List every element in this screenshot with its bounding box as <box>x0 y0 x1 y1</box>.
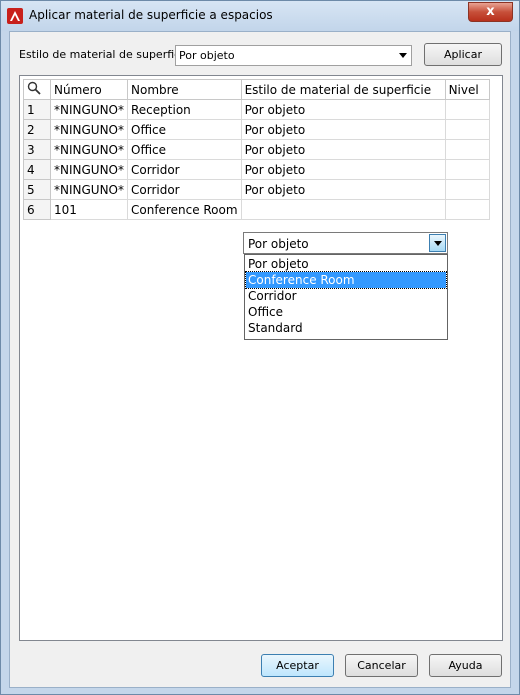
cell-numero[interactable]: *NINGUNO* <box>50 99 128 120</box>
ok-button[interactable]: Aceptar <box>261 654 334 677</box>
dropdown-option[interactable]: Por objeto <box>246 256 446 272</box>
table-row[interactable]: 1 *NINGUNO* Reception Por objeto <box>23 99 490 120</box>
cell-nombre[interactable]: Office <box>127 139 242 160</box>
column-header-numero[interactable]: Número <box>50 79 128 100</box>
table-row[interactable]: 6 101 Conference Room <box>23 199 490 220</box>
dropdown-option[interactable]: Standard <box>246 320 446 336</box>
row-index: 5 <box>23 179 51 200</box>
style-select[interactable]: Por objeto <box>175 45 412 66</box>
cell-estilo[interactable]: Por objeto <box>240 179 446 200</box>
cell-estilo[interactable]: Por objeto <box>240 119 446 140</box>
dropdown-option-selected[interactable]: Conference Room <box>245 271 447 289</box>
cancel-button[interactable]: Cancelar <box>345 654 418 677</box>
dialog-body: Estilo de material de superficie: Por ob… <box>9 31 511 688</box>
cell-nivel[interactable] <box>444 159 490 180</box>
search-column-header[interactable] <box>23 79 51 100</box>
cell-nombre[interactable]: Office <box>127 119 242 140</box>
cell-nivel[interactable] <box>444 179 490 200</box>
style-select-value: Por objeto <box>179 49 235 62</box>
row-index: 2 <box>23 119 51 140</box>
row-index: 3 <box>23 139 51 160</box>
row-index: 6 <box>23 199 51 220</box>
cell-estilo[interactable]: Por objeto <box>240 99 446 120</box>
autocad-a-icon <box>7 8 23 24</box>
cell-estilo[interactable]: Por objeto <box>240 139 446 160</box>
cell-nivel[interactable] <box>444 99 490 120</box>
dropdown-toggle-button[interactable] <box>429 234 446 252</box>
title-bar[interactable]: Aplicar material de superficie a espacio… <box>1 1 519 31</box>
chevron-down-icon <box>399 53 407 58</box>
cell-estilo-editing[interactable] <box>240 199 446 220</box>
table-row[interactable]: 5 *NINGUNO* Corridor Por objeto <box>23 179 490 200</box>
cell-nombre[interactable]: Conference Room <box>127 199 242 220</box>
dropdown-option[interactable]: Corridor <box>246 288 446 304</box>
cell-nombre[interactable]: Corridor <box>127 159 242 180</box>
cell-estilo[interactable]: Por objeto <box>240 159 446 180</box>
close-icon: x <box>486 4 495 19</box>
close-button[interactable]: x <box>468 2 513 22</box>
table-row[interactable]: 2 *NINGUNO* Office Por objeto <box>23 119 490 140</box>
row-index: 1 <box>23 99 51 120</box>
cell-style-combo[interactable]: Por objeto <box>243 232 448 254</box>
cell-style-combo-value: Por objeto <box>248 237 309 251</box>
window-title: Aplicar material de superficie a espacio… <box>29 8 273 22</box>
style-label: Estilo de material de superficie: <box>19 48 194 61</box>
table-row[interactable]: 3 *NINGUNO* Office Por objeto <box>23 139 490 160</box>
apply-button[interactable]: Aplicar <box>424 43 502 66</box>
cell-numero[interactable]: 101 <box>50 199 128 220</box>
cell-nombre[interactable]: Reception <box>127 99 242 120</box>
magnifier-icon <box>27 81 41 95</box>
dialog-window: Aplicar material de superficie a espacio… <box>0 0 520 695</box>
cell-numero[interactable]: *NINGUNO* <box>50 159 128 180</box>
column-header-estilo[interactable]: Estilo de material de superficie <box>240 79 446 100</box>
cell-nivel[interactable] <box>444 119 490 140</box>
help-button[interactable]: Ayuda <box>429 654 502 677</box>
row-index: 4 <box>23 159 51 180</box>
style-dropdown-list: Por objeto Conference Room Corridor Offi… <box>244 254 448 340</box>
cell-numero[interactable]: *NINGUNO* <box>50 179 128 200</box>
spaces-table: Número Nombre Estilo de material de supe… <box>23 79 490 220</box>
column-header-nivel[interactable]: Nivel <box>444 79 490 100</box>
cell-nombre[interactable]: Corridor <box>127 179 242 200</box>
cell-numero[interactable]: *NINGUNO* <box>50 119 128 140</box>
spaces-grid: Número Nombre Estilo de material de supe… <box>19 75 503 641</box>
table-header-row: Número Nombre Estilo de material de supe… <box>23 79 490 100</box>
column-header-nombre[interactable]: Nombre <box>127 79 242 100</box>
chevron-down-icon <box>434 241 442 246</box>
cell-nivel[interactable] <box>444 199 490 220</box>
cell-numero[interactable]: *NINGUNO* <box>50 139 128 160</box>
cell-nivel[interactable] <box>444 139 490 160</box>
table-row[interactable]: 4 *NINGUNO* Corridor Por objeto <box>23 159 490 180</box>
dropdown-option[interactable]: Office <box>246 304 446 320</box>
